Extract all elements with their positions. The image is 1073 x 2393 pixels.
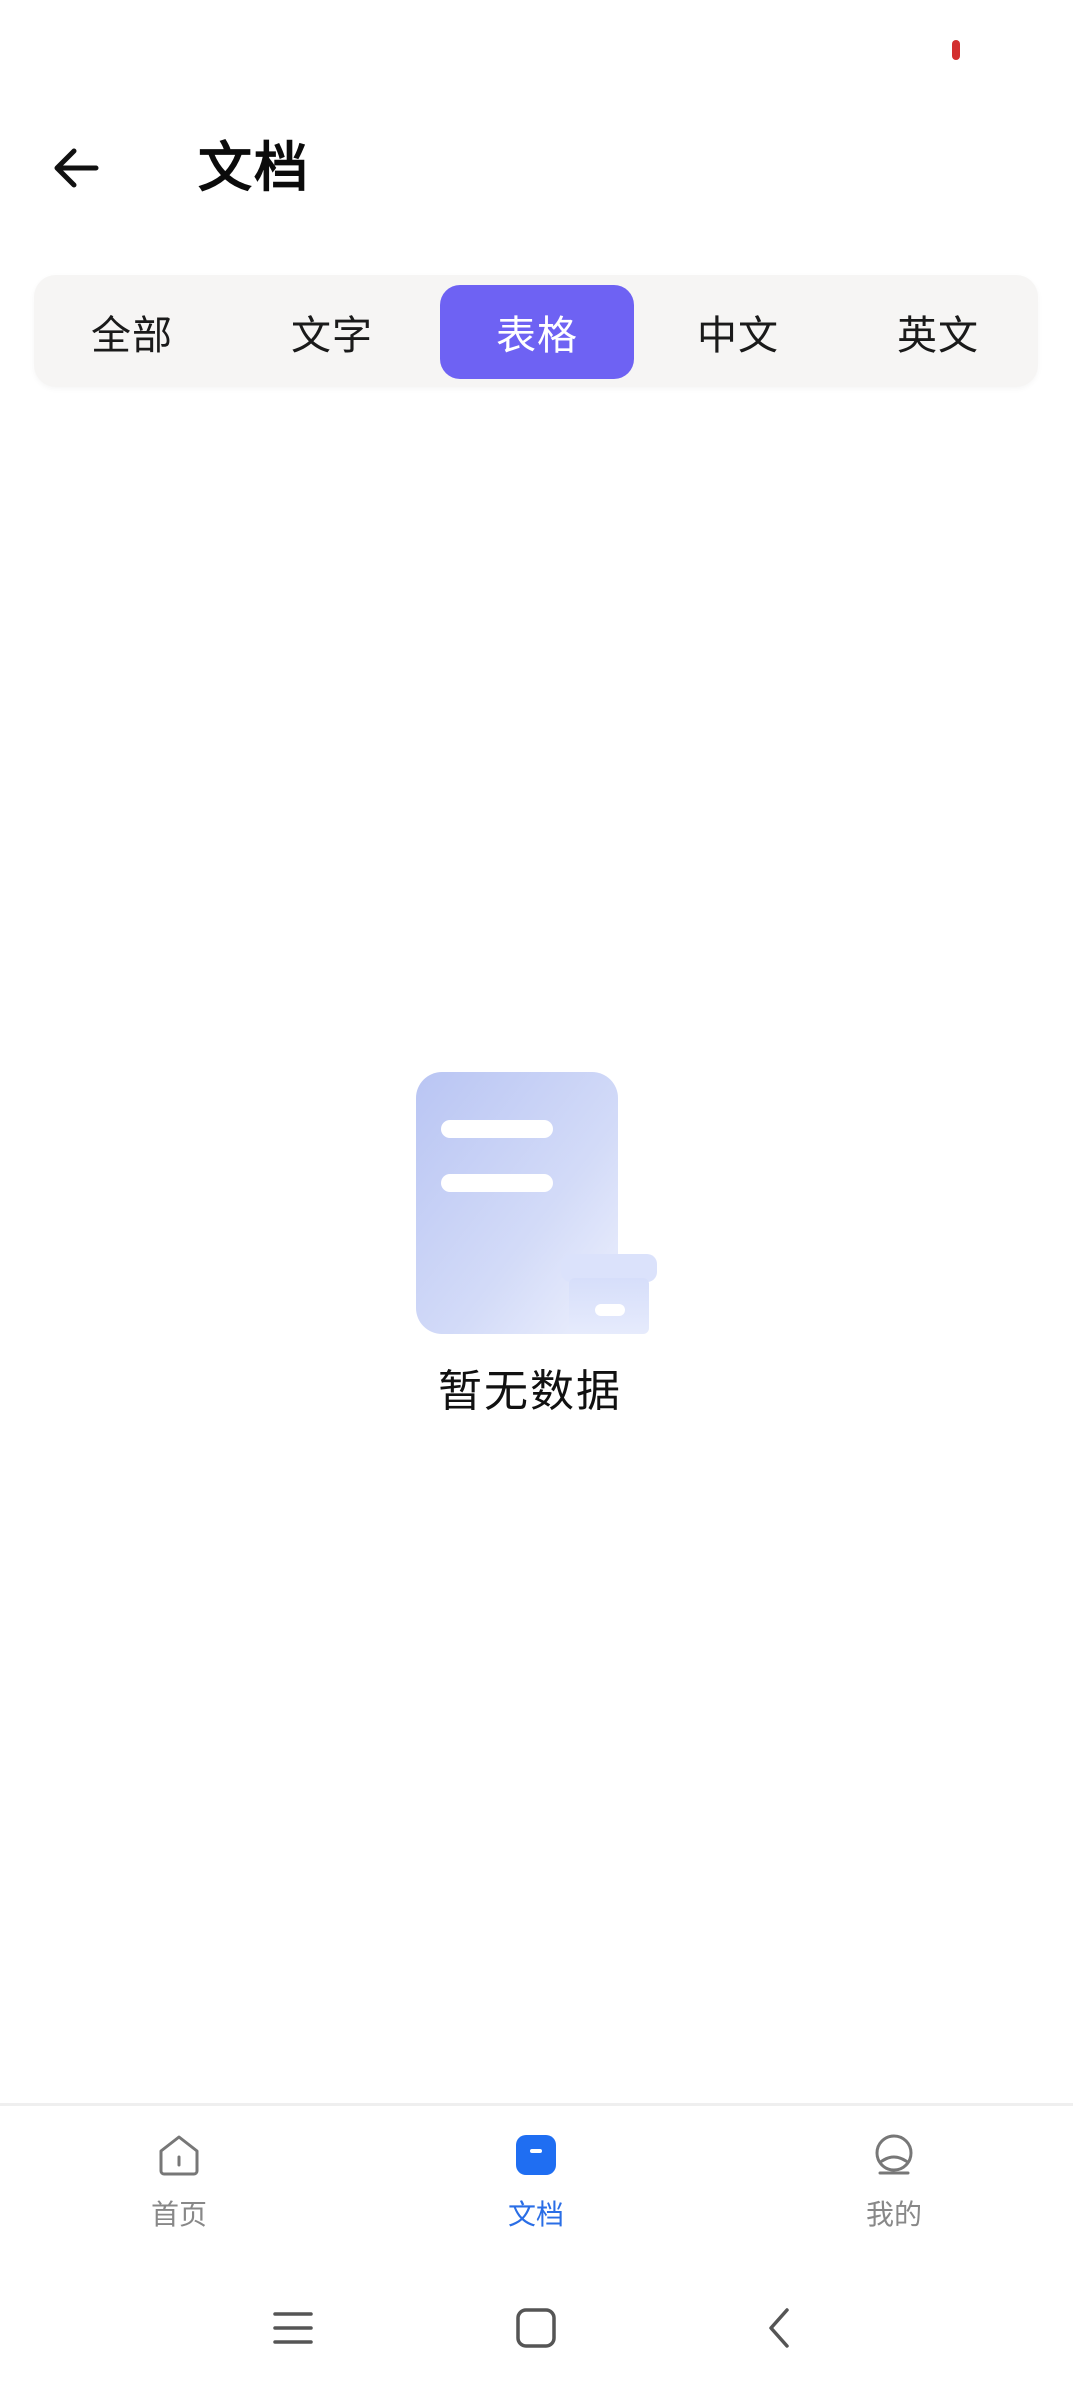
nav-label-documents: 文档 <box>507 2198 564 2231</box>
nav-item-home[interactable]: 首页 <box>99 2126 259 2246</box>
page-title: 文档 <box>198 136 310 199</box>
tab-text[interactable]: 文字 <box>234 285 430 379</box>
system-back-button[interactable] <box>735 2283 825 2373</box>
tab-chinese[interactable]: 中文 <box>640 285 836 379</box>
menu-icon <box>273 2312 313 2344</box>
tab-all[interactable]: 全部 <box>34 285 230 379</box>
nav-label-home: 首页 <box>150 2198 207 2231</box>
empty-message: 暂无数据 <box>438 1366 622 1417</box>
nav-item-documents[interactable]: 文档 <box>456 2126 616 2246</box>
status-indicator-icon <box>952 40 960 60</box>
tab-table[interactable]: 表格 <box>440 285 634 379</box>
nav-label-profile: 我的 <box>865 2198 922 2231</box>
system-menu-button[interactable] <box>248 2283 338 2373</box>
document-icon <box>516 2135 556 2175</box>
filter-tabs: 全部 文字 表格 中文 英文 <box>34 275 1038 387</box>
header: 文档 <box>0 110 1073 230</box>
tab-english[interactable]: 英文 <box>840 285 1036 379</box>
square-home-icon <box>516 2308 556 2348</box>
chevron-left-icon <box>769 2308 789 2348</box>
profile-icon <box>875 2134 913 2175</box>
back-button[interactable] <box>40 132 112 204</box>
status-bar <box>0 0 1073 100</box>
nav-item-profile[interactable]: 我的 <box>814 2126 974 2246</box>
arrow-left-icon <box>54 148 99 188</box>
system-home-button[interactable] <box>491 2283 581 2373</box>
bottom-nav: 首页 文档 我的 <box>0 2103 1073 2266</box>
home-icon <box>159 2135 199 2176</box>
empty-document-box-icon <box>413 1068 663 1338</box>
system-nav-bar <box>0 2263 1073 2393</box>
